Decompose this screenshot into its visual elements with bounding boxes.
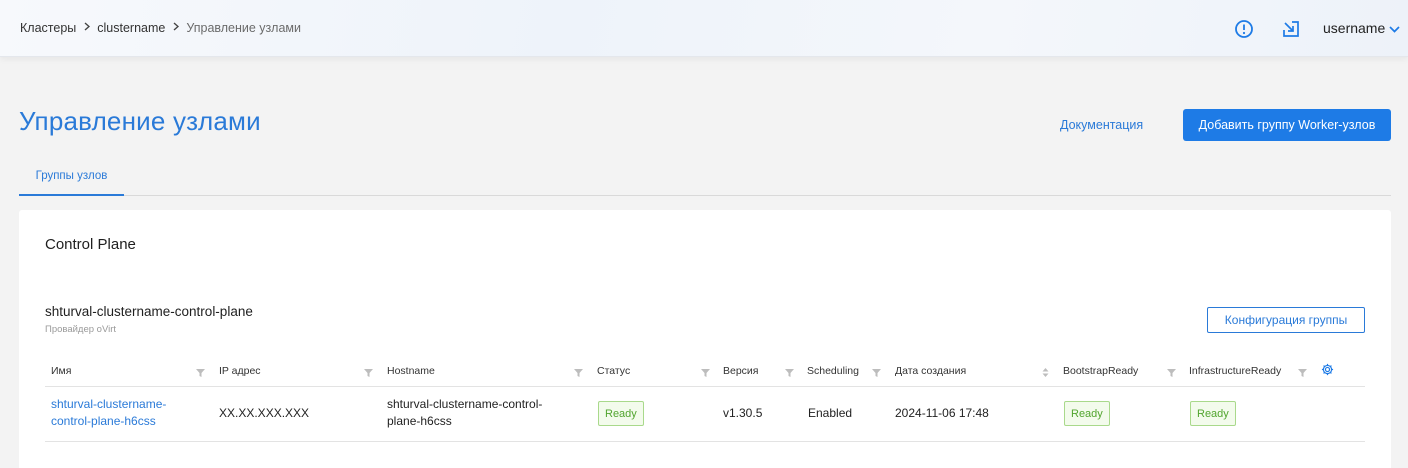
section-title: Control Plane bbox=[45, 236, 136, 253]
filter-icon[interactable] bbox=[195, 365, 206, 377]
column-header-bootstrap: BootstrapReady bbox=[1063, 365, 1139, 377]
scheduling-cell: Enabled bbox=[808, 406, 853, 420]
group-name: shturval-clustername-control-plane bbox=[45, 304, 253, 319]
group-config-button[interactable]: Конфигурация группы bbox=[1207, 307, 1365, 333]
filter-icon[interactable] bbox=[363, 365, 374, 377]
column-header-hostname: Hostname bbox=[387, 365, 435, 377]
bootstrap-ready-badge: Ready bbox=[1064, 401, 1110, 426]
gear-icon[interactable] bbox=[1321, 363, 1334, 381]
filter-icon[interactable] bbox=[1297, 365, 1308, 377]
username-label: username bbox=[1323, 20, 1386, 36]
node-name-link[interactable]: shturval-clustername- control-plane-h6cs… bbox=[51, 396, 166, 430]
breadcrumb-item-clusters[interactable]: Кластеры bbox=[20, 21, 76, 35]
filter-icon[interactable] bbox=[573, 365, 584, 377]
hostname-line1: shturval-clustername-control- bbox=[387, 397, 543, 411]
filter-icon[interactable] bbox=[784, 365, 795, 377]
tab-node-groups[interactable]: Группы узлов bbox=[19, 158, 124, 196]
breadcrumb-item-cluster[interactable]: clustername bbox=[97, 21, 165, 35]
add-worker-group-button[interactable]: Добавить группу Worker-узлов bbox=[1183, 109, 1391, 141]
node-name-line2[interactable]: control-plane-h6css bbox=[51, 414, 156, 428]
status-badge: Ready bbox=[598, 401, 644, 426]
control-plane-card: Control Plane shturval-clustername-contr… bbox=[19, 210, 1391, 468]
sort-icon[interactable] bbox=[1040, 365, 1051, 377]
column-header-scheduling: Scheduling bbox=[807, 365, 859, 377]
top-bar: Кластеры clustername Управление узлами u… bbox=[0, 0, 1408, 57]
infrastructure-ready-badge: Ready bbox=[1190, 401, 1236, 426]
column-header-created: Дата создания bbox=[895, 365, 967, 377]
column-header-version: Версия bbox=[723, 365, 759, 377]
column-header-ip: IP адрес bbox=[219, 365, 261, 377]
node-name-line1[interactable]: shturval-clustername- bbox=[51, 397, 166, 411]
created-cell: 2024-11-06 17:48 bbox=[895, 406, 989, 420]
external-arrow-icon[interactable] bbox=[1279, 17, 1303, 41]
filter-icon[interactable] bbox=[871, 365, 882, 377]
column-header-name: Имя bbox=[51, 365, 72, 377]
page-title: Управление узлами bbox=[19, 106, 261, 136]
alert-circle-icon[interactable] bbox=[1232, 17, 1256, 41]
provider-label: Провайдер oVirt bbox=[45, 324, 117, 335]
filter-icon[interactable] bbox=[1166, 365, 1177, 377]
documentation-link[interactable]: Документация bbox=[1060, 118, 1143, 132]
breadcrumb-item-current: Управление узлами bbox=[186, 21, 301, 35]
column-header-status: Статус bbox=[597, 365, 631, 377]
chevron-right-icon bbox=[84, 22, 91, 34]
hostname-line2: plane-h6css bbox=[387, 414, 452, 428]
chevron-right-icon bbox=[173, 22, 180, 34]
table-row[interactable]: shturval-clustername- control-plane-h6cs… bbox=[45, 387, 1365, 442]
version-cell: v1.30.5 bbox=[723, 406, 763, 420]
breadcrumb: Кластеры clustername Управление узлами bbox=[20, 21, 301, 35]
user-menu[interactable]: username bbox=[1323, 20, 1400, 36]
tabs: Группы узлов bbox=[19, 158, 1391, 196]
table-header: Имя IP адрес Hostname Статус Версия Sche… bbox=[45, 355, 1365, 387]
column-header-infrastructure: InfrastructureReady bbox=[1189, 365, 1282, 377]
ip-cell: XX.XX.XXX.XXX bbox=[219, 406, 310, 420]
filter-icon[interactable] bbox=[700, 365, 711, 377]
hostname-cell: shturval-clustername-control- plane-h6cs… bbox=[387, 396, 542, 430]
chevron-down-icon bbox=[1389, 20, 1400, 36]
